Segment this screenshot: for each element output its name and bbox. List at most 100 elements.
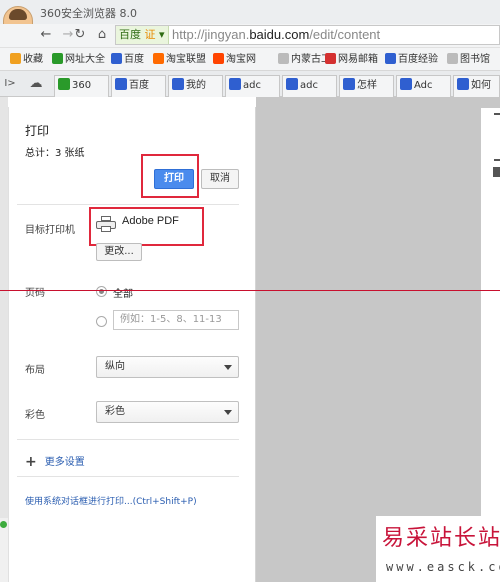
browser-title: 360安全浏览器 8.0 (40, 7, 137, 20)
site-certificate-badge[interactable]: 百度 证 ▾ (116, 26, 169, 44)
system-dialog-link[interactable]: 使用系统对话框进行打印...(Ctrl+Shift+P) (25, 494, 197, 507)
watermark-url: www.easck.com (386, 560, 500, 574)
color-select[interactable]: 彩色 (96, 401, 239, 423)
layout-value: 纵向 (105, 361, 125, 372)
mail-icon (325, 53, 336, 64)
browser-tab[interactable]: Adc (396, 75, 451, 97)
page-icon (447, 53, 458, 64)
cert-site-label: 百度 (119, 28, 141, 41)
360-icon (52, 53, 63, 64)
bookmark-label: 网址大全 (65, 54, 105, 65)
watermark: 易采站长站 www.easck.com (376, 516, 500, 582)
url-text[interactable]: http://jingyan.baidu.com/edit/content (172, 27, 380, 42)
bookmark-item[interactable]: 图书馆 (447, 52, 490, 68)
layout-label: 布局 (25, 365, 45, 376)
taobao-icon (213, 53, 224, 64)
watermark-text: 易采站长站 (382, 526, 500, 551)
tab-label: 360 (72, 80, 92, 91)
pages-range-radio[interactable] (96, 316, 107, 327)
pages-all-label: 全部 (113, 289, 133, 300)
baidu-paw-icon (115, 78, 127, 90)
divider (17, 204, 239, 205)
bookmark-label: 百度经验 (398, 54, 438, 65)
divider (17, 439, 239, 440)
bookmark-label: 淘宝联盟 (166, 54, 206, 65)
dialog-title: 打印 (25, 124, 50, 138)
chevron-down-icon (224, 365, 232, 370)
browser-tab[interactable]: 百度 (111, 75, 166, 97)
tab-strip: I> ☁ 360 百度 我的 adc adc 怎样 Adc 如何 (0, 71, 500, 97)
baidu-paw-icon (457, 78, 469, 90)
url-domain: baidu.com (249, 27, 310, 42)
baidu-paw-icon (111, 53, 122, 64)
pages-all-radio[interactable] (96, 286, 107, 297)
browser-title-bar: 360安全浏览器 8.0 (0, 0, 500, 24)
tab-label: 如何 (471, 80, 491, 91)
browser-tab[interactable]: 我的 (168, 75, 223, 97)
sheet-total: 总计：3 张纸 (25, 148, 85, 159)
browser-tab[interactable]: 如何 (453, 75, 500, 97)
bookmark-label: 网易邮箱 (338, 54, 378, 65)
browser-tab[interactable]: adc (225, 75, 280, 97)
more-settings-link[interactable]: + 更多设置 (25, 453, 85, 470)
navigation-bar: ← → ↻ ⌂ 百度 证 ▾ http://jingyan.baidu.com/… (0, 24, 500, 47)
address-bar[interactable]: 百度 证 ▾ http://jingyan.baidu.com/edit/con… (115, 25, 500, 45)
baidu-paw-icon (343, 78, 355, 90)
pages-label: 页码 (25, 288, 45, 299)
status-dot-icon (0, 521, 7, 528)
left-tool-strip[interactable] (0, 518, 8, 582)
browser-tab[interactable]: adc (282, 75, 337, 97)
bookmark-label: 图书馆 (460, 54, 490, 65)
bookmark-item[interactable]: 百度 (111, 52, 144, 68)
url-prefix: http://jingyan. (172, 27, 250, 42)
cancel-button[interactable]: 取消 (201, 169, 239, 189)
browser-tab[interactable]: 怎样 (339, 75, 394, 97)
baidu-paw-icon (400, 78, 412, 90)
bookmark-item[interactable]: 内蒙古工 (278, 52, 331, 68)
divider (17, 476, 239, 477)
highlight-box-print (141, 154, 199, 198)
360-icon (58, 78, 70, 90)
back-arrow-icon[interactable]: ← (36, 25, 56, 45)
bookmark-item[interactable]: 网易邮箱 (325, 52, 378, 68)
print-dialog: 打印 总计：3 张纸 打印 取消 目标打印机 Adobe PDF 更改... 页… (8, 107, 256, 582)
page-icon (278, 53, 289, 64)
taobao-icon (153, 53, 164, 64)
tab-label: adc (243, 80, 261, 91)
bookmark-label: 百度 (124, 54, 144, 65)
cloud-icon[interactable]: ☁ (26, 74, 46, 94)
color-label: 彩色 (25, 410, 45, 421)
page-left-margin (0, 97, 8, 582)
print-preview-page (481, 108, 500, 582)
destination-label: 目标打印机 (25, 225, 75, 236)
tab-label: adc (300, 80, 318, 91)
bookmarks-bar: 收藏 网址大全 百度 淘宝联盟 淘宝网 内蒙古工 网易邮箱 百度经验 图书馆 (0, 47, 500, 71)
tab-label: 我的 (186, 80, 206, 91)
tab-label: 怎样 (357, 80, 377, 91)
change-printer-button[interactable]: 更改... (96, 243, 142, 261)
pages-range-input[interactable]: 例如：1-5、8、11-13 (113, 310, 239, 330)
refresh-icon[interactable]: ↻ (70, 25, 90, 45)
plus-icon: + (25, 454, 37, 470)
more-settings-label: 更多设置 (44, 457, 85, 468)
home-icon[interactable]: ⌂ (92, 25, 112, 45)
browser-tab[interactable]: 360 (54, 75, 109, 97)
tab-label: 百度 (129, 80, 149, 91)
tab-scroll-icon[interactable]: I> (0, 74, 20, 94)
layout-select[interactable]: 纵向 (96, 356, 239, 378)
bookmark-label: 收藏 (23, 54, 43, 65)
baidu-paw-icon (229, 78, 241, 90)
highlight-box-printer (89, 207, 204, 246)
bookmark-label: 淘宝网 (226, 54, 256, 65)
bookmark-item[interactable]: 收藏 (10, 52, 43, 68)
baidu-paw-icon (385, 53, 396, 64)
print-preview-area (256, 97, 500, 582)
annotation-line (0, 290, 500, 291)
bookmark-item[interactable]: 网址大全 (52, 52, 105, 68)
bookmark-item[interactable]: 淘宝网 (213, 52, 256, 68)
bookmark-item[interactable]: 百度经验 (385, 52, 438, 68)
cert-icon: 证 (144, 28, 156, 41)
baidu-paw-icon (172, 78, 184, 90)
star-icon (10, 53, 21, 64)
bookmark-item[interactable]: 淘宝联盟 (153, 52, 206, 68)
